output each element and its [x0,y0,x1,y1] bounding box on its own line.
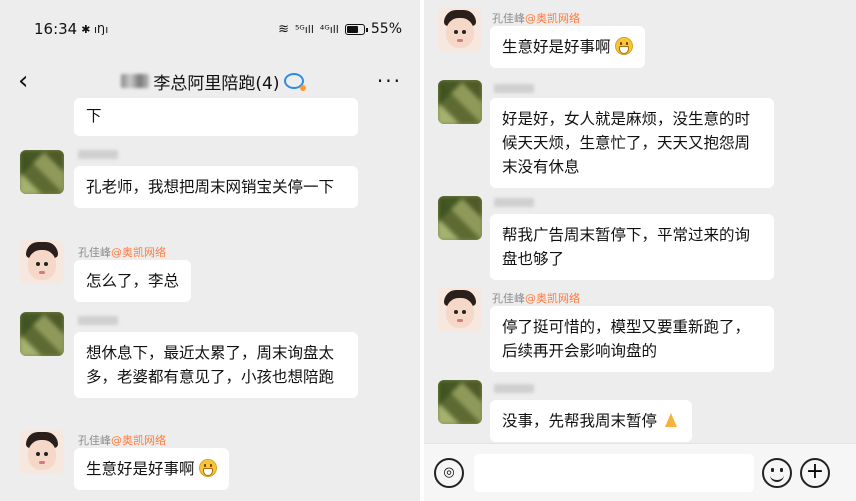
message-bubble[interactable]: 下 [74,98,358,136]
pray-emoji [662,411,680,429]
avatar[interactable] [438,288,482,332]
chat-title-text: 李总阿里陪跑(4) [153,73,280,94]
plus-icon[interactable]: + [800,458,830,488]
avatar[interactable] [20,150,64,194]
status-time: 16:34 [34,20,78,38]
status-bar: 16:34 ✱ ıŊı ≋ ⁵ᴳıll ⁴ᴳıll 55% [0,0,420,58]
input-bar: ◎ + [424,443,856,501]
message-bubble[interactable]: 帮我广告周末暂停下，平常过来的询盘也够了 [490,214,774,280]
emoji-icon[interactable] [762,458,792,488]
battery-icon [344,23,368,35]
signal-4g-icon: ⁴ᴳıll [319,22,339,36]
sender-name: 孔佳峰@奥凯网络 [78,434,166,447]
sender-name-blurred [78,316,118,325]
avatar[interactable] [438,380,482,424]
message-bubble[interactable]: 好是好，女人就是麻烦，没生意的时候天天烦，生意忙了，天天又抱怨周末没有休息 [490,98,774,188]
sender-name-blurred [494,84,534,93]
left-screenshot: 16:34 ✱ ıŊı ≋ ⁵ᴳıll ⁴ᴳıll 55% ‹ 李总阿里陪跑(4… [0,0,420,501]
battery-percent: 55% [370,21,402,37]
avatar[interactable] [20,312,64,356]
avatar[interactable] [438,80,482,124]
message-bubble[interactable]: 生意好是好事啊 [74,448,230,490]
grin-emoji [615,37,634,55]
bluetooth-icon: ✱ ıŊı [81,22,109,36]
message-bubble[interactable]: 停了挺可惜的，模型又要重新跑了，后续再开会影响询盘的 [490,306,774,372]
avatar[interactable] [20,240,64,284]
chat-group-icon [283,73,306,91]
wifi-icon: ≋ [278,21,289,37]
blurred-name [121,74,150,88]
sender-name: 孔佳峰@奥凯网络 [78,246,166,259]
sender-name-blurred [494,384,534,393]
right-screenshot: 孔佳峰@奥凯网络 生意好是好事啊 好是好，女人就是麻烦，没生意的时候天天烦，生意… [424,0,856,501]
avatar[interactable] [438,8,482,52]
message-bubble[interactable]: 没事，先帮我周末暂停 [490,400,692,442]
signal-5g-icon: ⁵ᴳıll [294,22,314,36]
avatar[interactable] [438,196,482,240]
sender-name: 孔佳峰@奥凯网络 [492,12,580,25]
sender-name-blurred [78,150,118,159]
sender-name: 孔佳峰@奥凯网络 [492,292,580,305]
voice-icon[interactable]: ◎ [434,458,464,488]
avatar[interactable] [20,430,64,474]
more-icon[interactable]: ··· [377,69,402,93]
message-bubble[interactable]: 孔老师，我想把周末网销宝关停一下 [74,166,358,208]
message-bubble[interactable]: 生意好是好事啊 [490,26,646,68]
message-bubble[interactable]: 怎么了，李总 [74,260,192,302]
message-bubble[interactable]: 想休息下，最近太累了，周末询盘太多，老婆都有意见了，小孩也想陪跑 [74,332,358,398]
back-icon[interactable]: ‹ [18,68,48,94]
grin-emoji [199,459,218,477]
message-input[interactable] [474,454,754,492]
sender-name-blurred [494,198,534,207]
chat-title: 李总阿里陪跑(4) [48,69,377,94]
